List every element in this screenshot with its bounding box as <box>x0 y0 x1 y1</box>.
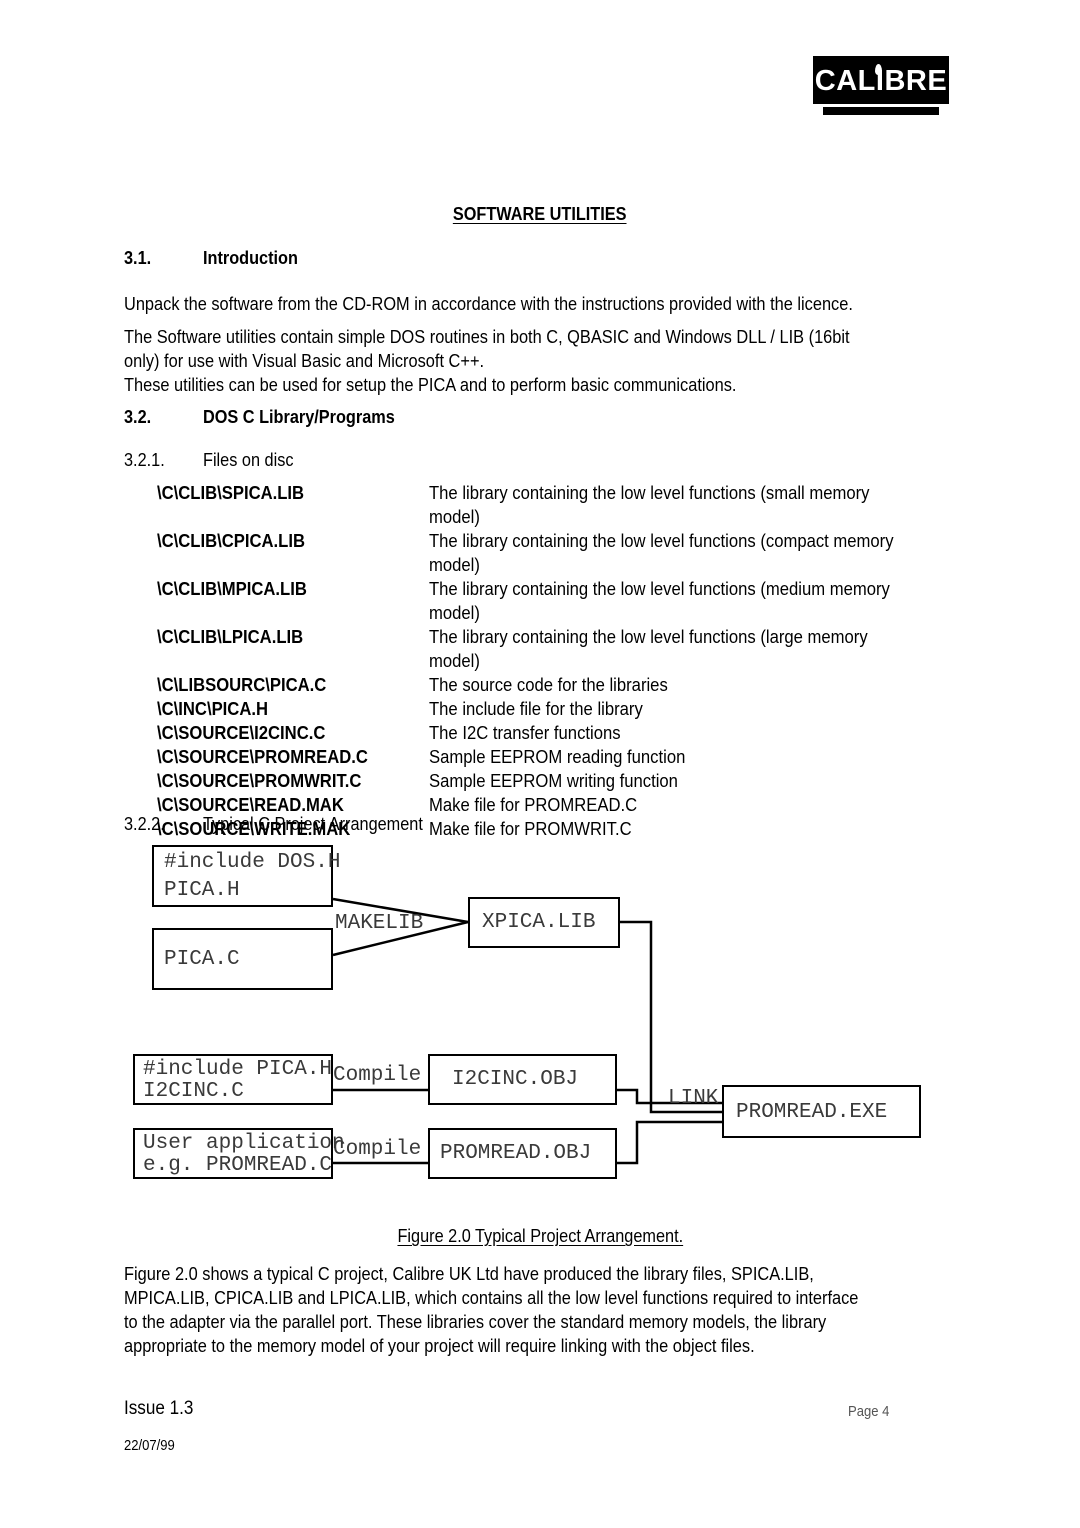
figure-body-paragraph: Figure 2.0 shows a typical C project, Ca… <box>124 1263 859 1356</box>
file-list-row: \C\LIBSOURC\PICA.C The source code for th… <box>157 673 947 697</box>
section-number-3-2-1: 3.2.1. <box>124 449 165 470</box>
file-path: \C\SOURCE\I2CINC.C <box>157 721 344 745</box>
diagram-box-promread-obj: PROMREAD.OBJ <box>428 1128 617 1179</box>
diagram-box-promread-obj-line1: PROMREAD.OBJ <box>440 1142 592 1165</box>
file-path: \C\CLIB\MPICA.LIB <box>157 577 324 601</box>
file-description-text: The include file for the library <box>429 698 643 719</box>
section-number-3-2-2: 3.2.2. <box>124 813 165 834</box>
diagram-box-promread-exe: PROMREAD.EXE <box>722 1085 921 1138</box>
file-description: The I2C transfer functions <box>429 721 947 745</box>
connector-promreadobj-to-exe <box>617 1120 722 1165</box>
diagram-label-makelib: MAKELIB <box>335 912 424 935</box>
footer-page-number: Page 4 <box>848 1404 890 1420</box>
diagram-box-includes-line2: PICA.H <box>164 879 240 902</box>
file-description: Make file for PROMREAD.C <box>429 793 947 817</box>
file-description-text: The library containing the low level fun… <box>429 530 894 575</box>
file-path-text: \C\SOURCE\I2CINC.C <box>157 722 326 743</box>
figure-caption-text: Figure 2.0 Typical Project Arrangement. <box>397 1225 683 1246</box>
file-description: The library containing the low level fun… <box>429 529 947 577</box>
diagram-box-xpica-lib-line1: XPICA.LIB <box>482 911 596 934</box>
file-path: \C\LIBSOURC\PICA.C <box>157 673 345 697</box>
file-list-row: \C\CLIB\CPICA.LIB The library containing … <box>157 529 947 577</box>
file-path: \C\CLIB\CPICA.LIB <box>157 529 321 553</box>
diagram-label-compile-bottom: Compile <box>333 1138 422 1161</box>
file-path-text: \C\LIBSOURC\PICA.C <box>157 674 327 695</box>
diagram-box-pica-c-line1: PICA.C <box>164 948 240 971</box>
file-path-text: \C\CLIB\LPICA.LIB <box>157 626 304 647</box>
figure-caption: Figure 2.0 Typical Project Arrangement. <box>0 1225 1080 1247</box>
section-title-dos-c-library: DOS C Library/Programs <box>203 406 395 427</box>
section-number-3-2: 3.2. <box>124 406 152 427</box>
diagram-label-link: LINK <box>668 1087 719 1110</box>
document-page: CALIBRE SOFTWARE UTILITIES 3.1. Introduc… <box>0 0 1080 1528</box>
diagram-box-user-application: User application e.g. PROMREAD.C <box>133 1128 345 1179</box>
calibre-logo: CALIBRE <box>813 56 949 115</box>
file-description: The include file for the library <box>429 697 947 721</box>
intro-paragraph-1: Unpack the software from the CD-ROM in a… <box>124 293 853 314</box>
file-path: \C\SOURCE\PROMWRIT.C <box>157 769 384 793</box>
intro-paragraph-2: The Software utilities contain simple DO… <box>124 326 850 371</box>
diagram-box-includes-line1: #include DOS.H <box>164 851 341 874</box>
file-description-text: Sample EEPROM writing function <box>429 770 678 791</box>
file-list-row: \C\CLIB\SPICA.LIB The library containing … <box>157 481 947 529</box>
footer-date: 22/07/99 <box>124 1438 175 1454</box>
file-list-row: \C\SOURCE\PROMWRIT.C Sample EEPROM writin… <box>157 769 947 793</box>
flame-dot-icon <box>875 64 882 75</box>
diagram-box-user-application-line2: e.g. PROMREAD.C <box>143 1154 333 1177</box>
file-path-text: \C\CLIB\CPICA.LIB <box>157 530 306 551</box>
diagram-label-compile-top: Compile <box>333 1064 422 1087</box>
file-description-text: The library containing the low level fun… <box>429 482 870 527</box>
file-list-row: \C\CLIB\LPICA.LIB The library containing … <box>157 625 947 673</box>
file-path-text: \C\SOURCE\PROMWRIT.C <box>157 770 362 791</box>
file-description: Sample EEPROM reading function <box>429 745 947 769</box>
file-path: \C\CLIB\SPICA.LIB <box>157 481 320 505</box>
footer-issue: Issue 1.3 <box>124 1398 194 1419</box>
file-path-text: \C\CLIB\SPICA.LIB <box>157 482 305 503</box>
section-number-3-1: 3.1. <box>124 247 152 268</box>
logo-underbar <box>823 107 939 115</box>
logo-wordmark: CALIBRE <box>814 65 948 97</box>
intro-paragraph-3: These utilities can be used for setup th… <box>124 374 737 395</box>
file-description-text: Sample EEPROM reading function <box>429 746 686 767</box>
file-list-row: \C\INC\PICA.H The include file for the li… <box>157 697 947 721</box>
file-description: The library containing the low level fun… <box>429 577 947 625</box>
file-description-text: The I2C transfer functions <box>429 722 621 743</box>
file-list-row: \C\SOURCE\I2CINC.C The I2C transfer funct… <box>157 721 947 745</box>
connector-xpica-to-exe <box>620 920 722 1114</box>
file-description: The library containing the low level fun… <box>429 481 947 529</box>
page-title-text: SOFTWARE UTILITIES <box>453 203 627 224</box>
file-description: The source code for the libraries <box>429 673 947 697</box>
file-path: \C\SOURCE\PROMREAD.C <box>157 745 391 769</box>
file-path-text: \C\INC\PICA.H <box>157 698 269 719</box>
file-list: \C\CLIB\SPICA.LIB The library containing … <box>157 481 947 841</box>
file-description-text: Make file for PROMREAD.C <box>429 794 638 815</box>
file-description-text: The library containing the low level fun… <box>429 578 890 623</box>
diagram-box-i2cinc-c: #include PICA.H I2CINC.C <box>133 1054 333 1105</box>
file-list-row: \C\SOURCE\PROMREAD.C Sample EEPROM readin… <box>157 745 947 769</box>
file-description: Sample EEPROM writing function <box>429 769 947 793</box>
diagram-box-pica-c: PICA.C <box>152 928 333 990</box>
file-path-text: \C\CLIB\MPICA.LIB <box>157 578 307 599</box>
file-description-text: The library containing the low level fun… <box>429 626 868 671</box>
diagram-box-i2cinc-obj-line1: I2CINC.OBJ <box>452 1068 579 1091</box>
section-title-files-on-disc: Files on disc <box>203 449 294 470</box>
file-path: \C\CLIB\LPICA.LIB <box>157 625 319 649</box>
diagram-box-promread-exe-line1: PROMREAD.EXE <box>736 1101 888 1124</box>
file-path: \C\INC\PICA.H <box>157 697 280 721</box>
page-title: SOFTWARE UTILITIES <box>0 203 1080 225</box>
diagram-box-xpica-lib: XPICA.LIB <box>468 897 620 948</box>
diagram-box-includes: #include DOS.H PICA.H <box>152 845 340 907</box>
section-title-introduction: Introduction <box>203 247 298 268</box>
file-description-text: Make file for PROMWRIT.C <box>429 818 632 839</box>
file-description-text: The source code for the libraries <box>429 674 668 695</box>
diagram-box-i2cinc-c-line2: I2CINC.C <box>143 1080 244 1103</box>
file-description: Make file for PROMWRIT.C <box>429 817 947 841</box>
file-path-text: \C\SOURCE\PROMREAD.C <box>157 746 368 767</box>
file-list-row: \C\CLIB\MPICA.LIB The library containing … <box>157 577 947 625</box>
diagram-box-i2cinc-obj: I2CINC.OBJ <box>428 1054 617 1105</box>
file-description: The library containing the low level fun… <box>429 625 947 673</box>
section-title-typical-project: Typical C Project Arrangement <box>203 813 423 834</box>
